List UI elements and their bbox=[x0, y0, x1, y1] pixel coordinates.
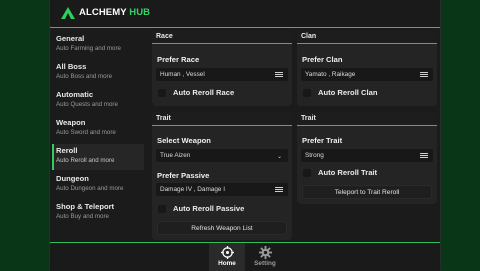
auto-reroll-passive-label: Auto Reroll Passive bbox=[173, 204, 245, 213]
list-menu-icon bbox=[275, 187, 283, 192]
checkbox[interactable] bbox=[303, 88, 311, 97]
sidebar-item-label: Reroll bbox=[56, 146, 78, 155]
sidebar-item-general[interactable]: General Auto Farming and more bbox=[52, 32, 144, 58]
prefer-passive-label: Prefer Passive bbox=[157, 171, 210, 180]
auto-reroll-trait-label: Auto Reroll Trait bbox=[318, 168, 378, 177]
trait-weapon-card-header: Trait bbox=[152, 112, 292, 126]
sidebar-item-subtitle: Auto Sword and more bbox=[56, 129, 116, 136]
sidebar-item-automatic[interactable]: Automatic Auto Quests and more bbox=[52, 88, 144, 114]
clan-card-header: Clan bbox=[297, 30, 437, 44]
sidebar-item-shop-teleport[interactable]: Shop & Teleport Auto Buy and more bbox=[52, 200, 144, 226]
auto-reroll-clan-toggle[interactable]: Auto Reroll Clan bbox=[303, 88, 378, 97]
sidebar-item-label: Dungeon bbox=[56, 174, 89, 183]
teleport-trait-reroll-button[interactable]: Teleport to Trait Reroll bbox=[302, 185, 432, 199]
sidebar: General Auto Farming and more All Boss A… bbox=[50, 28, 146, 242]
alchemy-logo-icon bbox=[61, 7, 75, 19]
title-bar: ALCHEMY HUB bbox=[50, 0, 440, 28]
trait-weapon-card: Trait Select Weapon True Aizen ⌄ Prefer … bbox=[152, 112, 292, 240]
prefer-race-dropdown[interactable]: Human , Vessel bbox=[156, 68, 288, 81]
auto-reroll-race-label: Auto Reroll Race bbox=[173, 88, 235, 97]
bottom-nav: Home Setting bbox=[50, 242, 440, 271]
sidebar-item-label: Automatic bbox=[56, 90, 94, 99]
clan-card: Clan Prefer Clan Yamato , Raikage Auto R… bbox=[297, 30, 437, 106]
sidebar-item-subtitle: Auto Quests and more bbox=[56, 101, 118, 108]
app-title-accent: HUB bbox=[129, 7, 151, 18]
sidebar-item-subtitle: Auto Reroll and more bbox=[56, 157, 115, 164]
sidebar-item-label: General bbox=[56, 34, 85, 43]
auto-reroll-trait-toggle[interactable]: Auto Reroll Trait bbox=[303, 168, 377, 177]
checkbox[interactable] bbox=[303, 168, 311, 177]
list-menu-icon bbox=[420, 153, 428, 158]
checkbox[interactable] bbox=[158, 204, 166, 213]
prefer-clan-dropdown[interactable]: Yamato , Raikage bbox=[301, 68, 433, 81]
race-card-header: Race bbox=[152, 30, 292, 44]
sidebar-item-dungeon[interactable]: Dungeon Auto Dungeon and more bbox=[52, 172, 144, 198]
list-menu-icon bbox=[275, 72, 283, 77]
sidebar-item-label: All Boss bbox=[56, 62, 87, 71]
sidebar-item-reroll[interactable]: Reroll Auto Reroll and more bbox=[52, 144, 144, 170]
prefer-race-label: Prefer Race bbox=[157, 55, 200, 64]
auto-reroll-passive-toggle[interactable]: Auto Reroll Passive bbox=[158, 204, 244, 213]
prefer-trait-dropdown[interactable]: Strong bbox=[301, 149, 433, 162]
trait-card: Trait Prefer Trait Strong Auto Reroll Tr… bbox=[297, 112, 437, 204]
prefer-trait-label: Prefer Trait bbox=[302, 136, 343, 145]
prefer-clan-label: Prefer Clan bbox=[302, 55, 343, 64]
app-title-main: ALCHEMY bbox=[79, 7, 130, 18]
prefer-race-value: Human , Vessel bbox=[160, 71, 205, 78]
select-weapon-value: True Aizen bbox=[160, 152, 191, 159]
auto-reroll-race-toggle[interactable]: Auto Reroll Race bbox=[158, 88, 234, 97]
sidebar-item-label: Shop & Teleport bbox=[56, 202, 115, 211]
sidebar-item-subtitle: Auto Buy and more bbox=[56, 213, 109, 220]
select-weapon-label: Select Weapon bbox=[157, 136, 211, 145]
prefer-passive-value: Damage IV , Damage I bbox=[160, 186, 226, 193]
sidebar-item-subtitle: Auto Dungeon and more bbox=[56, 185, 124, 192]
sidebar-item-subtitle: Auto Farming and more bbox=[56, 45, 121, 52]
sidebar-item-label: Weapon bbox=[56, 118, 86, 127]
app-title: ALCHEMY HUB bbox=[79, 7, 150, 18]
main-window: ALCHEMY HUB General Auto Farming and mor… bbox=[49, 0, 441, 271]
chevron-down-icon: ⌄ bbox=[276, 154, 282, 160]
select-weapon-dropdown[interactable]: True Aizen ⌄ bbox=[156, 149, 288, 162]
race-card: Race Prefer Race Human , Vessel Auto Rer… bbox=[152, 30, 292, 106]
nav-setting-button[interactable]: Setting bbox=[247, 243, 283, 271]
auto-reroll-clan-label: Auto Reroll Clan bbox=[318, 88, 378, 97]
trait-card-header: Trait bbox=[297, 112, 437, 126]
nav-home-button[interactable]: Home bbox=[209, 243, 245, 271]
prefer-clan-value: Yamato , Raikage bbox=[305, 71, 356, 78]
sidebar-item-all-boss[interactable]: All Boss Auto Boss and more bbox=[52, 60, 144, 86]
prefer-passive-dropdown[interactable]: Damage IV , Damage I bbox=[156, 183, 288, 196]
nav-home-label: Home bbox=[218, 260, 236, 267]
sidebar-item-weapon[interactable]: Weapon Auto Sword and more bbox=[52, 116, 144, 142]
prefer-trait-value: Strong bbox=[305, 152, 324, 159]
list-menu-icon bbox=[420, 72, 428, 77]
nav-setting-label: Setting bbox=[254, 260, 276, 267]
refresh-weapon-list-button[interactable]: Refresh Weapon List bbox=[157, 221, 287, 235]
gear-icon bbox=[258, 246, 272, 259]
sidebar-item-subtitle: Auto Boss and more bbox=[56, 73, 113, 80]
checkbox[interactable] bbox=[158, 88, 166, 97]
crosshair-icon bbox=[220, 246, 234, 259]
